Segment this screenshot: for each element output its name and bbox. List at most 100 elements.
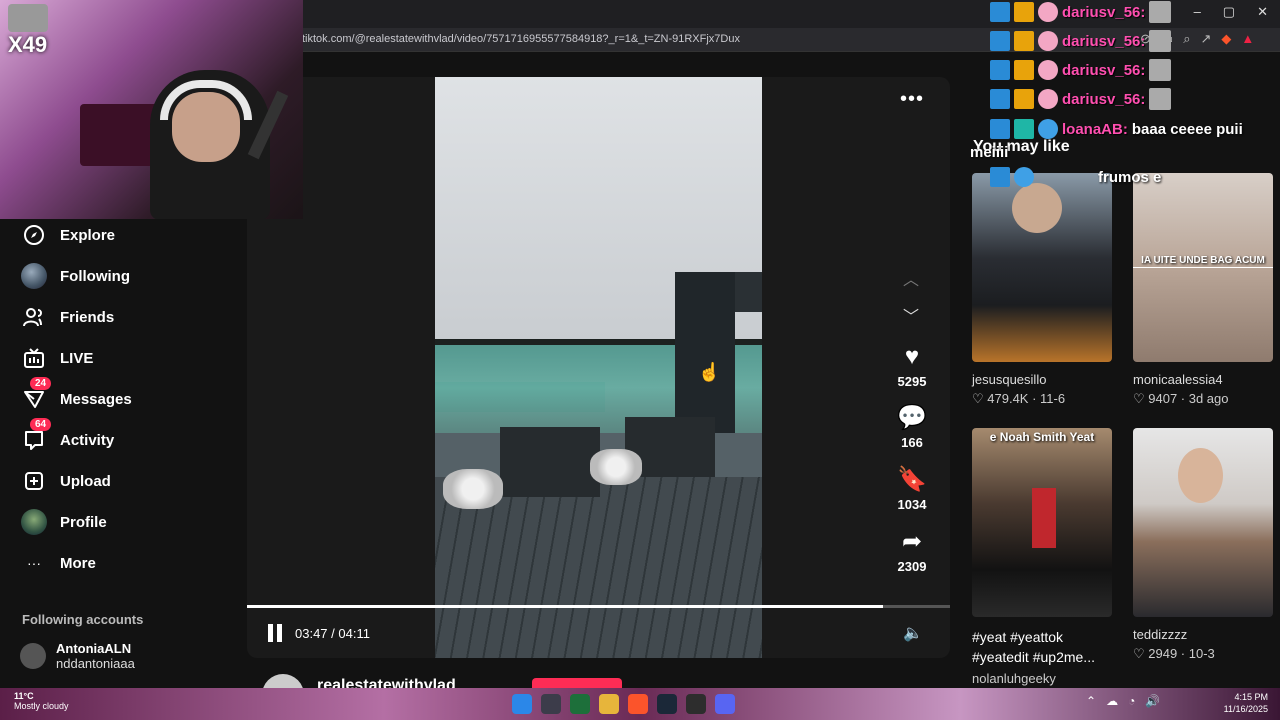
address-bar[interactable]: tiktok.com/@realestatewithvlad/video/757…	[300, 28, 1280, 52]
more-options-icon[interactable]: •••	[900, 88, 924, 111]
temperature: 11°C	[14, 691, 34, 701]
chevron-down-icon[interactable]: ﹀	[903, 303, 919, 327]
bookmark-icon: 🔖	[897, 466, 927, 493]
comment-icon: 💬	[897, 404, 927, 431]
windows-start-icon[interactable]	[512, 694, 532, 714]
recommendation-card[interactable]: teddizzzz ♡ 2949 · 10-3	[1133, 428, 1273, 662]
webcam-overlay: X49	[0, 0, 303, 219]
sidebar-item-label: Explore	[60, 226, 116, 244]
system-tray: ⌃ ☁ ◔ 🔊	[1086, 694, 1160, 708]
chevron-up-icon[interactable]: ︿	[903, 266, 919, 290]
sidebar-item-label: Upload	[60, 472, 111, 490]
task-view-icon[interactable]	[541, 694, 561, 714]
zoom-icon[interactable]: ⌕	[1183, 31, 1190, 47]
sidebar-item-messages[interactable]: 24 Messages	[18, 377, 238, 415]
network-icon[interactable]: ☁	[1106, 694, 1118, 708]
chevron-up-icon[interactable]: ⌃	[1086, 694, 1096, 708]
file-explorer-icon[interactable]	[599, 694, 619, 714]
app-icon[interactable]	[570, 694, 590, 714]
screen: – ▢ ✕ tiktok.com/@realestatewithvlad/vid…	[0, 0, 1280, 720]
pause-icon	[268, 624, 273, 642]
sidebar-item-explore[interactable]: Explore	[18, 219, 238, 251]
minimize-icon[interactable]: –	[1194, 4, 1201, 20]
card-meta: ♡ 2949 · 10-3	[1133, 646, 1215, 661]
creator-name[interactable]: jesusquesillo	[972, 372, 1112, 387]
live-tv-icon	[18, 342, 50, 374]
sidebar-item-more[interactable]: ··· More	[18, 547, 238, 579]
creator-name[interactable]: nolanluhgeeky	[972, 671, 1112, 686]
url-text[interactable]: tiktok.com/@realestatewithvlad/video/757…	[302, 33, 740, 45]
upload-icon	[18, 465, 50, 497]
like-button[interactable]: ♥ 5295	[888, 342, 936, 389]
card-meta: ♡ 9407 · 3d ago	[1133, 391, 1229, 406]
video-thumbnail[interactable]: IA UITE UNDE BAG ACUM	[1133, 173, 1273, 362]
sidebar-item-label: Profile	[60, 513, 107, 531]
system-clock[interactable]: 4:15 PM 11/16/2025	[1224, 691, 1268, 715]
video-progress-fill	[247, 605, 884, 608]
window-controls: – ▢ ✕	[1194, 4, 1268, 20]
address-bar-icons: ⊘ ▭ ⌕ ↗ ◆ ▲	[1140, 31, 1254, 47]
wifi-icon[interactable]: ◔	[1128, 694, 1135, 708]
sidebar: Explore Following Friends LIVE 24 Messag…	[0, 219, 247, 689]
sidebar-item-friends[interactable]: Friends	[18, 301, 238, 333]
reader-icon[interactable]: ▭	[1161, 31, 1173, 47]
volume-icon[interactable]: 🔈	[903, 623, 923, 643]
recommendation-card[interactable]: IA UITE UNDE BAG ACUM monicaalessia4 ♡ 9…	[1133, 173, 1273, 407]
video-thumbnail[interactable]	[972, 173, 1112, 362]
video-progress-bar[interactable]	[247, 605, 950, 608]
compass-icon	[18, 219, 50, 251]
share-arrow-icon: ➦	[901, 528, 923, 555]
brave-shield-icon[interactable]: ◆	[1221, 31, 1231, 47]
share-count: 2309	[897, 559, 927, 574]
following-account-item[interactable]: AntoniaALN nddantoniaaa	[20, 641, 135, 671]
video-thumbnail[interactable]	[1133, 428, 1273, 617]
sidebar-item-label: Activity	[60, 431, 115, 449]
terminal-icon[interactable]	[686, 694, 706, 714]
maximize-icon[interactable]: ▢	[1223, 4, 1235, 20]
comment-button[interactable]: 💬 166	[888, 403, 936, 450]
sidebar-item-following[interactable]: Following	[18, 260, 238, 292]
sidebar-item-profile[interactable]: Profile	[18, 506, 238, 538]
windows-taskbar: 11°C Mostly cloudy ⌃ ☁ ◔ 🔊 4:15 PM 11/16…	[0, 688, 1280, 720]
sidebar-item-label: Friends	[60, 308, 115, 326]
close-icon[interactable]: ✕	[1257, 4, 1268, 20]
sidebar-item-upload[interactable]: Upload	[18, 465, 238, 497]
avatar	[21, 263, 47, 289]
sidebar-item-label: Following	[60, 267, 130, 285]
volume-icon[interactable]: 🔊	[1145, 694, 1160, 708]
discord-icon[interactable]	[715, 694, 735, 714]
sidebar-item-live[interactable]: LIVE	[18, 342, 238, 374]
video-caption[interactable]: #yeat #yeattok #yeatedit #up2me...	[972, 627, 1112, 667]
steam-icon[interactable]	[657, 694, 677, 714]
following-accounts-heading: Following accounts	[22, 612, 144, 627]
like-count: 5295	[897, 374, 927, 389]
thumbnail-caption: IA UITE UNDE BAG ACUM	[1141, 255, 1265, 266]
recommendation-card[interactable]: e Noah Smith Yeat #yeat #yeattok #yeated…	[972, 428, 1112, 686]
clock-date: 11/16/2025	[1223, 704, 1268, 714]
recommendation-card[interactable]: jesusquesillo ♡ 479.4K · 11-6	[972, 173, 1112, 407]
stream-badge: X49	[8, 32, 48, 57]
brave-browser-icon[interactable]	[628, 694, 648, 714]
video-pillar-top	[735, 272, 762, 312]
pause-button[interactable]	[268, 624, 282, 642]
weather-widget[interactable]: 11°C Mostly cloudy	[14, 691, 69, 711]
creator-name[interactable]: teddizzzz	[1133, 627, 1273, 642]
avatar	[21, 509, 47, 535]
sidebar-item-activity[interactable]: 64 Activity	[18, 418, 238, 456]
share-icon[interactable]: ↗	[1200, 31, 1211, 47]
comment-count: 166	[901, 435, 923, 450]
sidebar-item-label: More	[60, 554, 96, 572]
mute-tab-icon[interactable]: ⊘	[1140, 31, 1151, 47]
author-bar: realestatewithvlad	[247, 668, 950, 690]
creator-name[interactable]: monicaalessia4	[1133, 372, 1273, 387]
messages-icon: 24	[18, 377, 52, 415]
share-button[interactable]: ➦ 2309	[888, 527, 936, 574]
messages-badge: 24	[30, 377, 52, 390]
video-thumbnail[interactable]: e Noah Smith Yeat	[972, 428, 1112, 617]
save-button[interactable]: 🔖 1034	[888, 465, 936, 512]
clock-time: 4:15 PM	[1234, 692, 1268, 702]
heart-icon: ♥	[904, 343, 920, 370]
account-name: AntoniaALN	[56, 641, 132, 656]
rewards-icon[interactable]: ▲	[1241, 31, 1254, 47]
you-may-like-title: You may like	[973, 138, 1070, 155]
